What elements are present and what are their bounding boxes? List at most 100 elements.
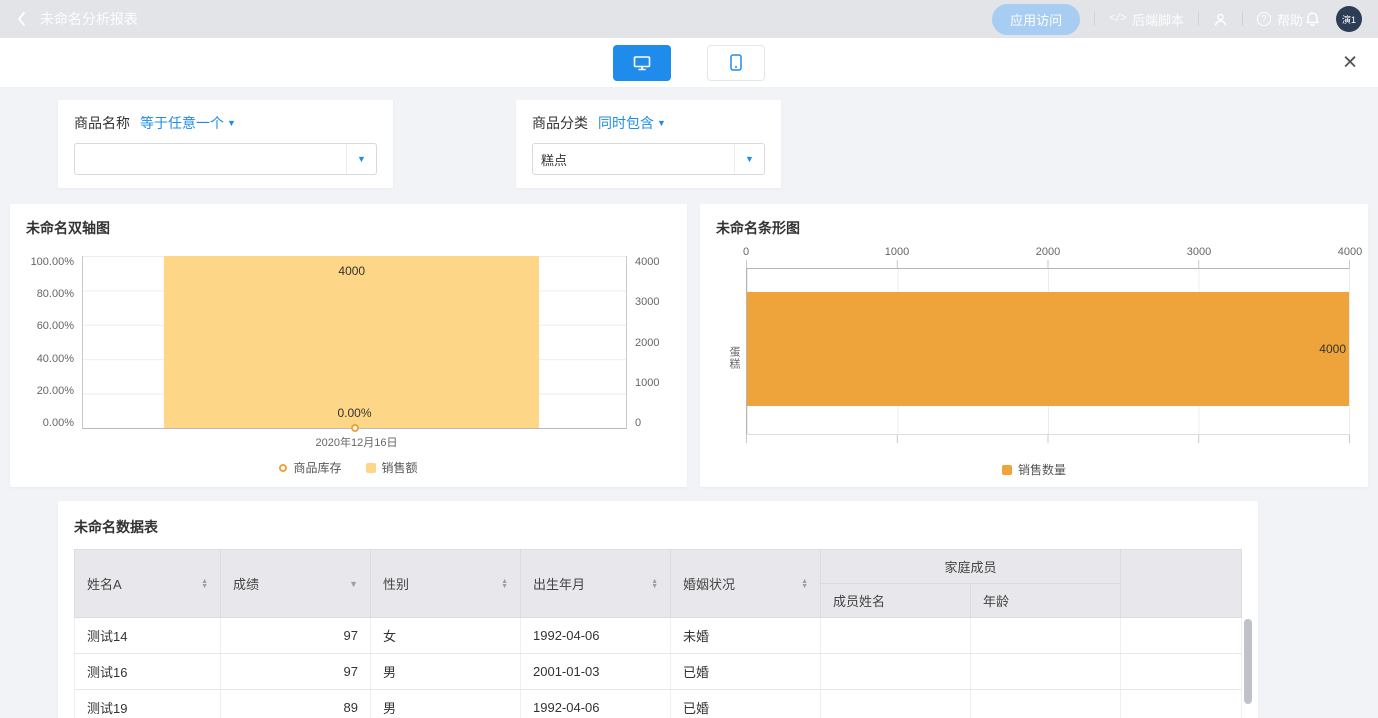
table-cell: 未婚 [671, 618, 821, 654]
sales-quantity-bar: 4000 [747, 292, 1349, 406]
line-series-marker-icon [279, 464, 287, 472]
sort-icon: ▲▼ [801, 579, 808, 589]
filter-label: 商品分类 [532, 113, 588, 133]
table-row: 测试14 97 女 1992-04-06 未婚 [75, 618, 1242, 654]
filter-head: 商品名称 等于任意一个 ▼ [74, 113, 377, 133]
sort-icon: ▲▼ [651, 579, 658, 589]
filter-head: 商品分类 同时包含 ▼ [532, 113, 765, 133]
data-table: 姓名A ▲▼ 成绩 ▼ 性别 ▲▼ 出生年月 ▲ [74, 549, 1242, 718]
table-cell: 2001-01-03 [521, 654, 671, 690]
table-cell: 测试16 [75, 654, 221, 690]
app-access-button[interactable]: 应用访问 [992, 4, 1080, 35]
table-cell: 测试19 [75, 690, 221, 718]
legend-item: 商品库存 [279, 459, 341, 476]
table-row: 测试16 97 男 2001-01-03 已婚 [75, 654, 1242, 690]
filter-dropdown-button[interactable]: ▼ [734, 144, 764, 174]
legend-item: 销售额 [366, 459, 418, 476]
category-label: 蛋糕 [726, 346, 746, 370]
table-cell [821, 690, 971, 718]
filter-card-product-name: 商品名称 等于任意一个 ▼ ▼ [58, 100, 393, 188]
x-axis-category-label: 2020年12月16日 [76, 434, 637, 450]
chevron-down-icon: ▼ [657, 118, 666, 128]
charts-row: 未命名双轴图 100.00% 80.00% 60.00% 40.00% 20.0… [0, 188, 1378, 487]
left-y-axis: 100.00% 80.00% 60.00% 40.00% 20.00% 0.00… [24, 256, 82, 429]
bar-value-label: 4000 [1319, 342, 1346, 356]
top-x-axis: 0 1000 2000 3000 4000 [746, 246, 1350, 260]
legend-label: 销售额 [382, 459, 418, 476]
backend-script-button[interactable]: </> 后端脚本 [1109, 10, 1184, 29]
axis-tick: 0 [635, 417, 641, 429]
help-button[interactable]: ? 帮助 [1257, 10, 1303, 29]
chevron-down-icon: ▼ [227, 118, 236, 128]
table-scrollbar[interactable] [1244, 619, 1252, 704]
mobile-view-button[interactable] [707, 45, 765, 81]
back-button[interactable] [16, 11, 26, 27]
header-label: 成绩 [233, 574, 259, 593]
report-title: 未命名分析报表 [40, 9, 138, 29]
hbar-main: 0 1000 2000 3000 4000 4000 [746, 246, 1350, 445]
column-header-name[interactable]: 姓名A ▲▼ [75, 550, 221, 618]
table-row: 测试19 89 男 1992-04-06 已婚 [75, 690, 1242, 718]
topbar-actions: 应用访问 </> 后端脚本 ? 帮助 演1 [992, 4, 1362, 35]
filter-value-select[interactable]: ▼ [74, 143, 377, 175]
legend-item: 销售数量 [1002, 461, 1066, 478]
axis-tick: 100.00% [31, 256, 74, 268]
topbar: 未命名分析报表 应用访问 </> 后端脚本 ? 帮助 演1 [0, 0, 1378, 38]
filters-row: 商品名称 等于任意一个 ▼ ▼ 商品分类 同时包含 ▼ [0, 88, 1378, 188]
table-cell [1121, 690, 1242, 718]
axis-ticks-bottom [746, 435, 1350, 443]
horizontal-bar-chart-card: 未命名条形图 蛋糕 0 1000 2000 3000 4000 [700, 204, 1368, 487]
table-cell: 97 [221, 618, 371, 654]
chart-title: 未命名条形图 [700, 204, 1368, 244]
filter-label: 商品名称 [74, 113, 130, 133]
help-label: 帮助 [1277, 10, 1303, 29]
column-header-birth[interactable]: 出生年月 ▲▼ [521, 550, 671, 618]
notifications-button[interactable] [1305, 11, 1320, 27]
axis-tick: 40.00% [37, 353, 74, 365]
right-y-axis: 4000 3000 2000 1000 0 [627, 256, 669, 429]
table-title: 未命名数据表 [74, 501, 1242, 549]
data-table-card: 未命名数据表 姓名A ▲▼ 成绩 ▼ 性别 [58, 501, 1258, 718]
category-axis: 蛋糕 [712, 246, 746, 445]
axis-tick: 2000 [1036, 246, 1060, 258]
column-header-score[interactable]: 成绩 ▼ [221, 550, 371, 618]
filter-value-input[interactable] [75, 144, 346, 174]
bar-series-marker-icon [366, 463, 376, 473]
table-cell [821, 654, 971, 690]
column-header-gender[interactable]: 性别 ▲▼ [371, 550, 521, 618]
filter-dropdown-button[interactable]: ▼ [346, 144, 376, 174]
code-icon: </> [1109, 13, 1126, 25]
chevron-down-icon: ▼ [357, 154, 366, 164]
filter-operator-dropdown[interactable]: 同时包含 ▼ [598, 113, 666, 133]
header-label: 出生年月 [533, 574, 585, 593]
chart-legend: 商品库存 销售额 [10, 459, 687, 476]
user-button[interactable] [1213, 12, 1228, 27]
table-wrap: 姓名A ▲▼ 成绩 ▼ 性别 ▲▼ 出生年月 ▲ [74, 549, 1242, 718]
header-row: 姓名A ▲▼ 成绩 ▼ 性别 ▲▼ 出生年月 ▲ [75, 550, 1242, 584]
column-header-member-name[interactable]: 成员姓名 [821, 584, 971, 618]
dual-chart-area: 100.00% 80.00% 60.00% 40.00% 20.00% 0.00… [10, 244, 687, 429]
column-header-age[interactable]: 年龄 [971, 584, 1121, 618]
axis-tick: 0.00% [43, 417, 74, 429]
backend-script-label: 后端脚本 [1132, 10, 1184, 29]
column-header-marriage[interactable]: 婚姻状况 ▲▼ [671, 550, 821, 618]
filter-value-select[interactable]: ▼ [532, 143, 765, 175]
table-cell [971, 654, 1121, 690]
filter-value-input[interactable] [533, 144, 734, 174]
filter-card-product-category: 商品分类 同时包含 ▼ ▼ [516, 100, 781, 188]
axis-tick: 0 [743, 246, 749, 258]
close-icon[interactable]: ✕ [1342, 53, 1358, 72]
header-label: 性别 [383, 574, 409, 593]
avatar[interactable]: 演1 [1336, 6, 1362, 32]
axis-tick: 60.00% [37, 320, 74, 332]
axis-tick: 1000 [885, 246, 909, 258]
table-cell: 1992-04-06 [521, 618, 671, 654]
filter-operator-dropdown[interactable]: 等于任意一个 ▼ [140, 113, 236, 133]
dual-axis-chart-card: 未命名双轴图 100.00% 80.00% 60.00% 40.00% 20.0… [10, 204, 687, 487]
sort-icon: ▲▼ [201, 579, 208, 589]
table-cell: 女 [371, 618, 521, 654]
divider [1094, 12, 1095, 26]
desktop-view-button[interactable] [613, 45, 671, 81]
hbar-chart-area: 蛋糕 0 1000 2000 3000 4000 4000 [700, 244, 1368, 445]
table-cell: 已婚 [671, 690, 821, 718]
